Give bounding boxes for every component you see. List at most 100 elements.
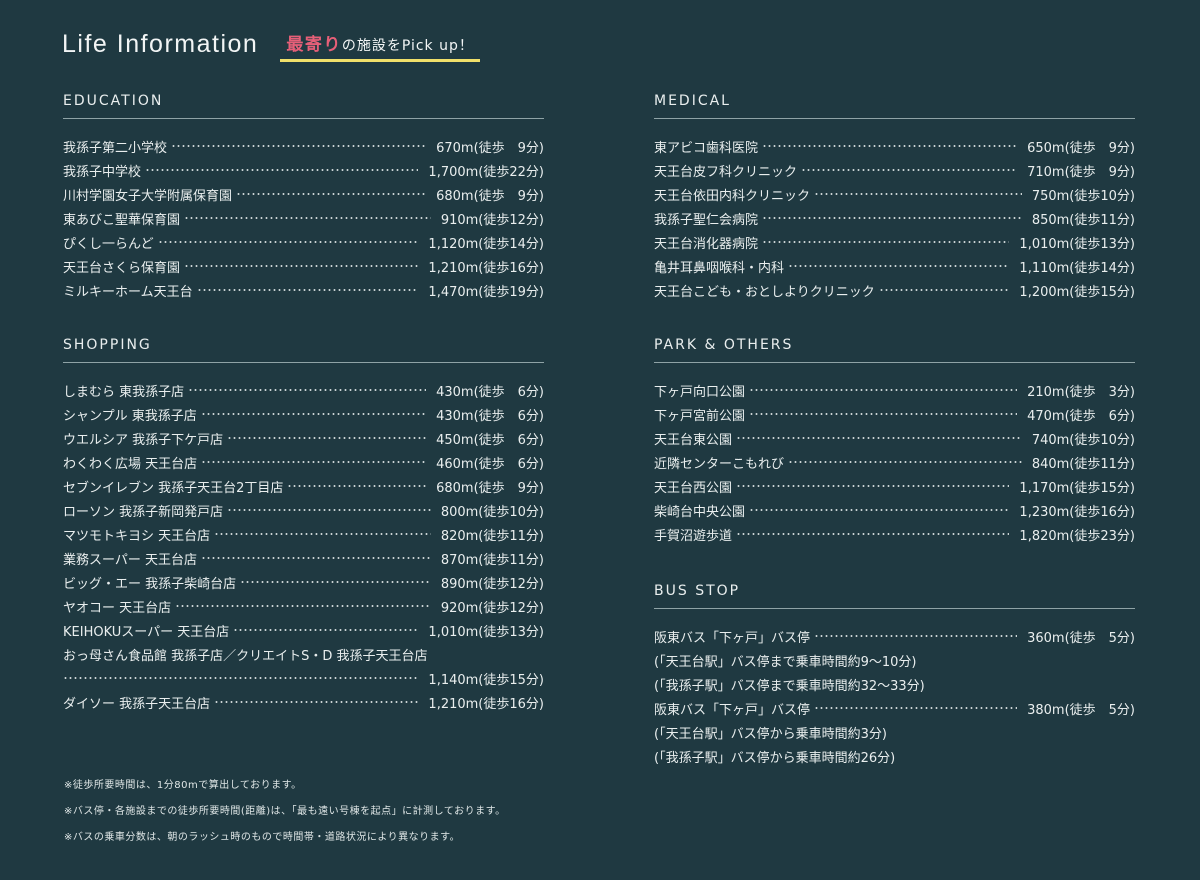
facility-row: 天王台依田内科クリニック 750m(徒歩10分) bbox=[654, 182, 1135, 206]
facility-row: 亀井耳鼻咽喉科・内科 1,110m(徒歩14分) bbox=[654, 254, 1135, 278]
facility-name: ミルキーホーム天王台 bbox=[63, 284, 193, 300]
facility-distance: 920m(徒歩12分) bbox=[440, 600, 544, 616]
facility-name: 手賀沼遊歩道 bbox=[654, 528, 733, 544]
leader-dots bbox=[762, 241, 1010, 243]
facility-name: シャンプル 東我孫子店 bbox=[63, 408, 197, 424]
facility-name: ウエルシア 我孫子下ケ戸店 bbox=[63, 432, 224, 448]
bus-section: BUS STOP 阪東バス「下ヶ戸」バス停 360m(徒歩 5分) (「天王台駅… bbox=[654, 583, 1135, 768]
facility-distance: 740m(徒歩10分) bbox=[1031, 432, 1135, 448]
facility-distance: 800m(徒歩10分) bbox=[440, 504, 544, 520]
facility-row: 1,140m(徒歩15分) bbox=[63, 666, 544, 690]
leader-dots bbox=[201, 461, 427, 463]
facility-distance: 750m(徒歩10分) bbox=[1031, 188, 1135, 204]
facility-row: 天王台こども・おとしよりクリニック 1,200m(徒歩15分) bbox=[654, 278, 1135, 302]
facility-row: 我孫子中学校 1,700m(徒歩22分) bbox=[63, 158, 544, 182]
facility-row: 天王台西公園 1,170m(徒歩15分) bbox=[654, 474, 1135, 498]
facility-row: 手賀沼遊歩道 1,820m(徒歩23分) bbox=[654, 522, 1135, 546]
pickup-underline bbox=[280, 59, 480, 62]
facility-distance: 1,200m(徒歩15分) bbox=[1019, 284, 1135, 300]
facility-row: ウエルシア 我孫子下ケ戸店 450m(徒歩 6分) bbox=[63, 426, 544, 450]
section-title: EDUCATION bbox=[63, 93, 544, 119]
section-title: PARK & OTHERS bbox=[654, 337, 1135, 363]
bus-stop-row: 阪東バス「下ヶ戸」バス停 380m(徒歩 5分) bbox=[654, 696, 1135, 720]
leader-dots bbox=[814, 193, 1022, 195]
leader-dots bbox=[236, 193, 427, 195]
facility-distance: 1,820m(徒歩23分) bbox=[1019, 528, 1135, 544]
bus-stop-distance: 380m(徒歩 5分) bbox=[1027, 702, 1135, 718]
facility-name: 柴崎台中央公園 bbox=[654, 504, 746, 520]
leader-dots bbox=[233, 629, 419, 631]
facility-row: 天王台皮フ科クリニック 710m(徒歩 9分) bbox=[654, 158, 1135, 182]
leader-dots bbox=[145, 169, 419, 171]
facility-name: マツモトキヨシ 天王台店 bbox=[63, 528, 211, 544]
facility-row: ローソン 我孫子新岡発戸店 800m(徒歩10分) bbox=[63, 498, 544, 522]
facility-row: 東あびこ聖華保育園 910m(徒歩12分) bbox=[63, 206, 544, 230]
bus-note: (「天王台駅」バス停から乗車時間約3分) bbox=[654, 726, 887, 742]
education-section: EDUCATION 我孫子第二小学校 670m(徒歩 9分) 我孫子中学校 1,700… bbox=[63, 93, 544, 302]
facility-name: おっ母さん食品館 我孫子店／クリエイトS・D 我孫子天王台店 bbox=[63, 648, 428, 664]
facility-name: 天王台こども・おとしよりクリニック bbox=[654, 284, 875, 300]
facility-row: おっ母さん食品館 我孫子店／クリエイトS・D 我孫子天王台店 bbox=[63, 642, 544, 666]
facility-distance: 1,230m(徒歩16分) bbox=[1019, 504, 1135, 520]
facility-row: セブンイレブン 我孫子天王台2丁目店 680m(徒歩 9分) bbox=[63, 474, 544, 498]
facility-name: ダイソー 我孫子天王台店 bbox=[63, 696, 211, 712]
facility-distance: 1,140m(徒歩15分) bbox=[428, 672, 544, 688]
facility-distance: 1,110m(徒歩14分) bbox=[1019, 260, 1135, 276]
leader-dots bbox=[736, 437, 1022, 439]
leader-dots bbox=[749, 389, 1018, 391]
facility-row: 下ヶ戸向口公園 210m(徒歩 3分) bbox=[654, 378, 1135, 402]
bus-stop-distance: 360m(徒歩 5分) bbox=[1027, 630, 1135, 646]
leader-dots bbox=[736, 533, 1010, 535]
leader-dots bbox=[63, 677, 419, 679]
facility-row: 東アビコ歯科医院 650m(徒歩 9分) bbox=[654, 134, 1135, 158]
facility-distance: 1,120m(徒歩14分) bbox=[428, 236, 544, 252]
facility-distance: 850m(徒歩11分) bbox=[1031, 212, 1135, 228]
facility-name: 我孫子第二小学校 bbox=[63, 140, 168, 156]
facility-distance: 820m(徒歩11分) bbox=[440, 528, 544, 544]
section-title: SHOPPING bbox=[63, 337, 544, 363]
facility-distance: 910m(徒歩12分) bbox=[440, 212, 544, 228]
page-header: Life Information 最寄りの施設をPick up！ bbox=[62, 30, 480, 62]
facility-name: 我孫子聖仁会病院 bbox=[654, 212, 759, 228]
page-title: Life Information bbox=[62, 30, 259, 58]
facility-row: しまむら 東我孫子店 430m(徒歩 6分) bbox=[63, 378, 544, 402]
leader-dots bbox=[749, 413, 1018, 415]
park-section: PARK & OTHERS 下ヶ戸向口公園 210m(徒歩 3分) 下ヶ戸宮前公園 4… bbox=[654, 337, 1135, 546]
facility-distance: 430m(徒歩 6分) bbox=[436, 408, 544, 424]
facility-name: 東アビコ歯科医院 bbox=[654, 140, 759, 156]
leader-dots bbox=[171, 145, 427, 147]
leader-dots bbox=[814, 635, 1018, 637]
footnote: ※バスの乗車分数は、朝のラッシュ時のもので時間帯・道路状況により異なります。 bbox=[64, 832, 461, 843]
leader-dots bbox=[788, 461, 1022, 463]
facility-row: 我孫子第二小学校 670m(徒歩 9分) bbox=[63, 134, 544, 158]
leader-dots bbox=[240, 581, 431, 583]
bus-stop-name: 阪東バス「下ヶ戸」バス停 bbox=[654, 702, 811, 718]
facility-row: KEIHOKUスーパー 天王台店 1,010m(徒歩13分) bbox=[63, 618, 544, 642]
facility-row: マツモトキヨシ 天王台店 820m(徒歩11分) bbox=[63, 522, 544, 546]
facility-name: 下ヶ戸宮前公園 bbox=[654, 408, 746, 424]
facility-distance: 1,210m(徒歩16分) bbox=[428, 260, 544, 276]
leader-dots bbox=[184, 265, 419, 267]
facility-distance: 450m(徒歩 6分) bbox=[436, 432, 544, 448]
leader-dots bbox=[196, 289, 419, 291]
facility-name: 東あびこ聖華保育園 bbox=[63, 212, 181, 228]
facility-distance: 650m(徒歩 9分) bbox=[1027, 140, 1135, 156]
section-title: BUS STOP bbox=[654, 583, 1135, 609]
facility-name: KEIHOKUスーパー 天王台店 bbox=[63, 624, 230, 640]
facility-list: 下ヶ戸向口公園 210m(徒歩 3分) 下ヶ戸宮前公園 470m(徒歩 6分) 天王台東… bbox=[654, 378, 1135, 546]
facility-name: ローソン 我孫子新岡発戸店 bbox=[63, 504, 224, 520]
pickup-rest: の施設をPick up！ bbox=[341, 38, 474, 54]
pickup-highlight: 最寄り bbox=[286, 35, 342, 55]
facility-name: 我孫子中学校 bbox=[63, 164, 142, 180]
pickup-tagline: 最寄りの施設をPick up！ bbox=[280, 30, 480, 62]
facility-name: 天王台消化器病院 bbox=[654, 236, 759, 252]
bus-stop-row: 阪東バス「下ヶ戸」バス停 360m(徒歩 5分) bbox=[654, 624, 1135, 648]
facility-name: 天王台西公園 bbox=[654, 480, 733, 496]
leader-dots bbox=[175, 605, 431, 607]
facility-distance: 460m(徒歩 6分) bbox=[436, 456, 544, 472]
facility-row: ヤオコー 天王台店 920m(徒歩12分) bbox=[63, 594, 544, 618]
facility-row: 天王台東公園 740m(徒歩10分) bbox=[654, 426, 1135, 450]
facility-name: わくわく広場 天王台店 bbox=[63, 456, 198, 472]
facility-row: シャンプル 東我孫子店 430m(徒歩 6分) bbox=[63, 402, 544, 426]
facility-distance: 1,210m(徒歩16分) bbox=[428, 696, 544, 712]
